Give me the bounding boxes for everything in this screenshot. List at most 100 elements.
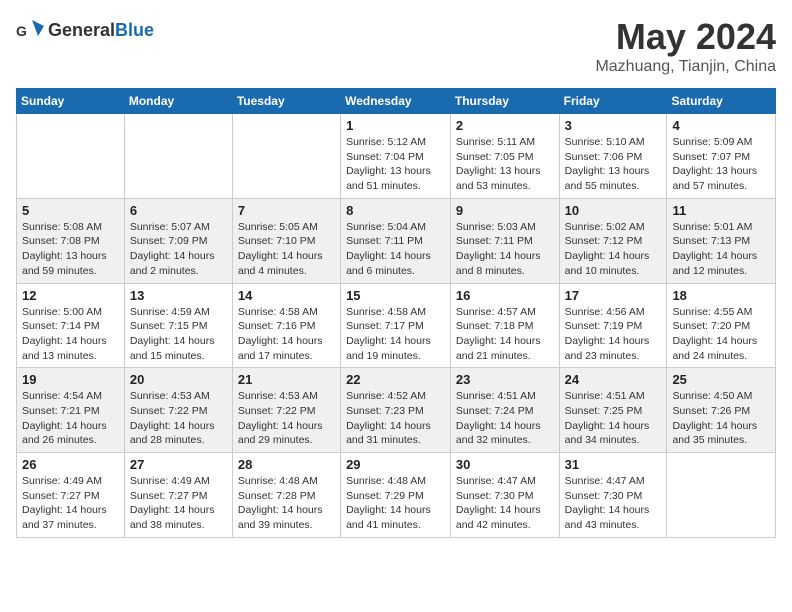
calendar-cell: 21 Sunrise: 4:53 AM Sunset: 7:22 PM Dayli… bbox=[232, 368, 340, 453]
day-number: 5 bbox=[22, 203, 119, 218]
calendar-cell: 5Sunrise: 5:08 AM Sunset: 7:08 PM Daylig… bbox=[17, 198, 125, 283]
day-number: 2 bbox=[456, 118, 554, 133]
day-detail: Sunrise: 4:52 AM Sunset: 7:23 PM Dayligh… bbox=[346, 389, 445, 448]
calendar-week-row: 19 Sunrise: 4:54 AM Sunset: 7:21 PM Dayli… bbox=[17, 368, 776, 453]
day-number: 15 bbox=[346, 288, 445, 303]
day-number: 24 bbox=[565, 372, 662, 387]
title-block: May 2024 Mazhuang, Tianjin, China bbox=[595, 16, 776, 76]
calendar-cell: 13 Sunrise: 4:59 AM Sunset: 7:15 PM Dayli… bbox=[124, 283, 232, 368]
weekday-header: Thursday bbox=[450, 89, 559, 114]
day-detail: Sunrise: 4:47 AM Sunset: 7:30 PM Dayligh… bbox=[456, 474, 554, 533]
day-number: 3 bbox=[565, 118, 662, 133]
calendar-cell: 12 Sunrise: 5:00 AM Sunset: 7:14 PM Dayli… bbox=[17, 283, 125, 368]
weekday-header: Saturday bbox=[667, 89, 776, 114]
day-number: 22 bbox=[346, 372, 445, 387]
day-detail: Sunrise: 5:04 AM Sunset: 7:11 PM Dayligh… bbox=[346, 220, 445, 279]
calendar-week-row: 5Sunrise: 5:08 AM Sunset: 7:08 PM Daylig… bbox=[17, 198, 776, 283]
day-detail: Sunrise: 4:49 AM Sunset: 7:27 PM Dayligh… bbox=[22, 474, 119, 533]
day-number: 6 bbox=[130, 203, 227, 218]
month-title: May 2024 bbox=[595, 16, 776, 58]
day-number: 14 bbox=[238, 288, 335, 303]
logo-general-text: General bbox=[48, 20, 115, 40]
day-detail: Sunrise: 5:02 AM Sunset: 7:12 PM Dayligh… bbox=[565, 220, 662, 279]
weekday-header: Monday bbox=[124, 89, 232, 114]
calendar-cell: 3Sunrise: 5:10 AM Sunset: 7:06 PM Daylig… bbox=[559, 114, 667, 199]
svg-text:G: G bbox=[16, 23, 27, 39]
day-number: 28 bbox=[238, 457, 335, 472]
day-detail: Sunrise: 4:59 AM Sunset: 7:15 PM Dayligh… bbox=[130, 305, 227, 364]
day-detail: Sunrise: 4:55 AM Sunset: 7:20 PM Dayligh… bbox=[672, 305, 770, 364]
weekday-header: Wednesday bbox=[341, 89, 451, 114]
calendar-cell: 29 Sunrise: 4:48 AM Sunset: 7:29 PM Dayli… bbox=[341, 453, 451, 538]
day-number: 16 bbox=[456, 288, 554, 303]
day-detail: Sunrise: 4:51 AM Sunset: 7:25 PM Dayligh… bbox=[565, 389, 662, 448]
day-number: 10 bbox=[565, 203, 662, 218]
calendar-cell: 4 Sunrise: 5:09 AM Sunset: 7:07 PM Daylig… bbox=[667, 114, 776, 199]
day-detail: Sunrise: 4:54 AM Sunset: 7:21 PM Dayligh… bbox=[22, 389, 119, 448]
day-number: 29 bbox=[346, 457, 445, 472]
day-number: 1 bbox=[346, 118, 445, 133]
weekday-header-row: SundayMondayTuesdayWednesdayThursdayFrid… bbox=[17, 89, 776, 114]
location-title: Mazhuang, Tianjin, China bbox=[595, 58, 776, 76]
day-detail: Sunrise: 5:05 AM Sunset: 7:10 PM Dayligh… bbox=[238, 220, 335, 279]
day-detail: Sunrise: 4:47 AM Sunset: 7:30 PM Dayligh… bbox=[565, 474, 662, 533]
weekday-header: Tuesday bbox=[232, 89, 340, 114]
day-number: 18 bbox=[672, 288, 770, 303]
calendar-week-row: 12 Sunrise: 5:00 AM Sunset: 7:14 PM Dayli… bbox=[17, 283, 776, 368]
day-detail: Sunrise: 4:48 AM Sunset: 7:28 PM Dayligh… bbox=[238, 474, 335, 533]
calendar-cell bbox=[232, 114, 340, 199]
calendar-cell: 14 Sunrise: 4:58 AM Sunset: 7:16 PM Dayli… bbox=[232, 283, 340, 368]
day-detail: Sunrise: 5:01 AM Sunset: 7:13 PM Dayligh… bbox=[672, 220, 770, 279]
calendar-cell: 28 Sunrise: 4:48 AM Sunset: 7:28 PM Dayli… bbox=[232, 453, 340, 538]
day-detail: Sunrise: 4:51 AM Sunset: 7:24 PM Dayligh… bbox=[456, 389, 554, 448]
calendar-cell: 7Sunrise: 5:05 AM Sunset: 7:10 PM Daylig… bbox=[232, 198, 340, 283]
calendar-cell bbox=[124, 114, 232, 199]
calendar-cell: 22 Sunrise: 4:52 AM Sunset: 7:23 PM Dayli… bbox=[341, 368, 451, 453]
day-detail: Sunrise: 4:48 AM Sunset: 7:29 PM Dayligh… bbox=[346, 474, 445, 533]
day-detail: Sunrise: 5:09 AM Sunset: 7:07 PM Dayligh… bbox=[672, 135, 770, 194]
day-number: 20 bbox=[130, 372, 227, 387]
calendar-cell: 10 Sunrise: 5:02 AM Sunset: 7:12 PM Dayli… bbox=[559, 198, 667, 283]
weekday-header: Sunday bbox=[17, 89, 125, 114]
day-number: 21 bbox=[238, 372, 335, 387]
page-header: G GeneralBlue May 2024 Mazhuang, Tianjin… bbox=[16, 16, 776, 76]
calendar-cell: 11Sunrise: 5:01 AM Sunset: 7:13 PM Dayli… bbox=[667, 198, 776, 283]
calendar-cell: 16Sunrise: 4:57 AM Sunset: 7:18 PM Dayli… bbox=[450, 283, 559, 368]
calendar-cell: 17Sunrise: 4:56 AM Sunset: 7:19 PM Dayli… bbox=[559, 283, 667, 368]
day-detail: Sunrise: 4:58 AM Sunset: 7:17 PM Dayligh… bbox=[346, 305, 445, 364]
day-number: 26 bbox=[22, 457, 119, 472]
logo-blue-text: Blue bbox=[115, 20, 154, 40]
day-number: 4 bbox=[672, 118, 770, 133]
day-detail: Sunrise: 4:50 AM Sunset: 7:26 PM Dayligh… bbox=[672, 389, 770, 448]
day-number: 23 bbox=[456, 372, 554, 387]
calendar-cell: 18 Sunrise: 4:55 AM Sunset: 7:20 PM Dayli… bbox=[667, 283, 776, 368]
day-detail: Sunrise: 5:11 AM Sunset: 7:05 PM Dayligh… bbox=[456, 135, 554, 194]
day-number: 8 bbox=[346, 203, 445, 218]
day-detail: Sunrise: 4:53 AM Sunset: 7:22 PM Dayligh… bbox=[238, 389, 335, 448]
day-number: 31 bbox=[565, 457, 662, 472]
calendar-week-row: 26 Sunrise: 4:49 AM Sunset: 7:27 PM Dayli… bbox=[17, 453, 776, 538]
calendar-cell: 23 Sunrise: 4:51 AM Sunset: 7:24 PM Dayli… bbox=[450, 368, 559, 453]
day-number: 17 bbox=[565, 288, 662, 303]
calendar-cell: 26 Sunrise: 4:49 AM Sunset: 7:27 PM Dayli… bbox=[17, 453, 125, 538]
day-detail: Sunrise: 4:53 AM Sunset: 7:22 PM Dayligh… bbox=[130, 389, 227, 448]
calendar-cell: 2 Sunrise: 5:11 AM Sunset: 7:05 PM Daylig… bbox=[450, 114, 559, 199]
calendar-cell: 31 Sunrise: 4:47 AM Sunset: 7:30 PM Dayli… bbox=[559, 453, 667, 538]
day-detail: Sunrise: 5:12 AM Sunset: 7:04 PM Dayligh… bbox=[346, 135, 445, 194]
day-detail: Sunrise: 4:58 AM Sunset: 7:16 PM Dayligh… bbox=[238, 305, 335, 364]
calendar-cell: 30Sunrise: 4:47 AM Sunset: 7:30 PM Dayli… bbox=[450, 453, 559, 538]
day-number: 12 bbox=[22, 288, 119, 303]
calendar-cell: 24 Sunrise: 4:51 AM Sunset: 7:25 PM Dayli… bbox=[559, 368, 667, 453]
calendar-cell: 25 Sunrise: 4:50 AM Sunset: 7:26 PM Dayli… bbox=[667, 368, 776, 453]
calendar-cell: 9Sunrise: 5:03 AM Sunset: 7:11 PM Daylig… bbox=[450, 198, 559, 283]
day-detail: Sunrise: 4:49 AM Sunset: 7:27 PM Dayligh… bbox=[130, 474, 227, 533]
day-number: 25 bbox=[672, 372, 770, 387]
day-number: 13 bbox=[130, 288, 227, 303]
calendar-week-row: 1 Sunrise: 5:12 AM Sunset: 7:04 PM Daylig… bbox=[17, 114, 776, 199]
day-detail: Sunrise: 5:00 AM Sunset: 7:14 PM Dayligh… bbox=[22, 305, 119, 364]
calendar-cell: 1 Sunrise: 5:12 AM Sunset: 7:04 PM Daylig… bbox=[341, 114, 451, 199]
calendar-cell: 19 Sunrise: 4:54 AM Sunset: 7:21 PM Dayli… bbox=[17, 368, 125, 453]
day-number: 19 bbox=[22, 372, 119, 387]
day-detail: Sunrise: 5:07 AM Sunset: 7:09 PM Dayligh… bbox=[130, 220, 227, 279]
calendar-table: SundayMondayTuesdayWednesdayThursdayFrid… bbox=[16, 88, 776, 538]
